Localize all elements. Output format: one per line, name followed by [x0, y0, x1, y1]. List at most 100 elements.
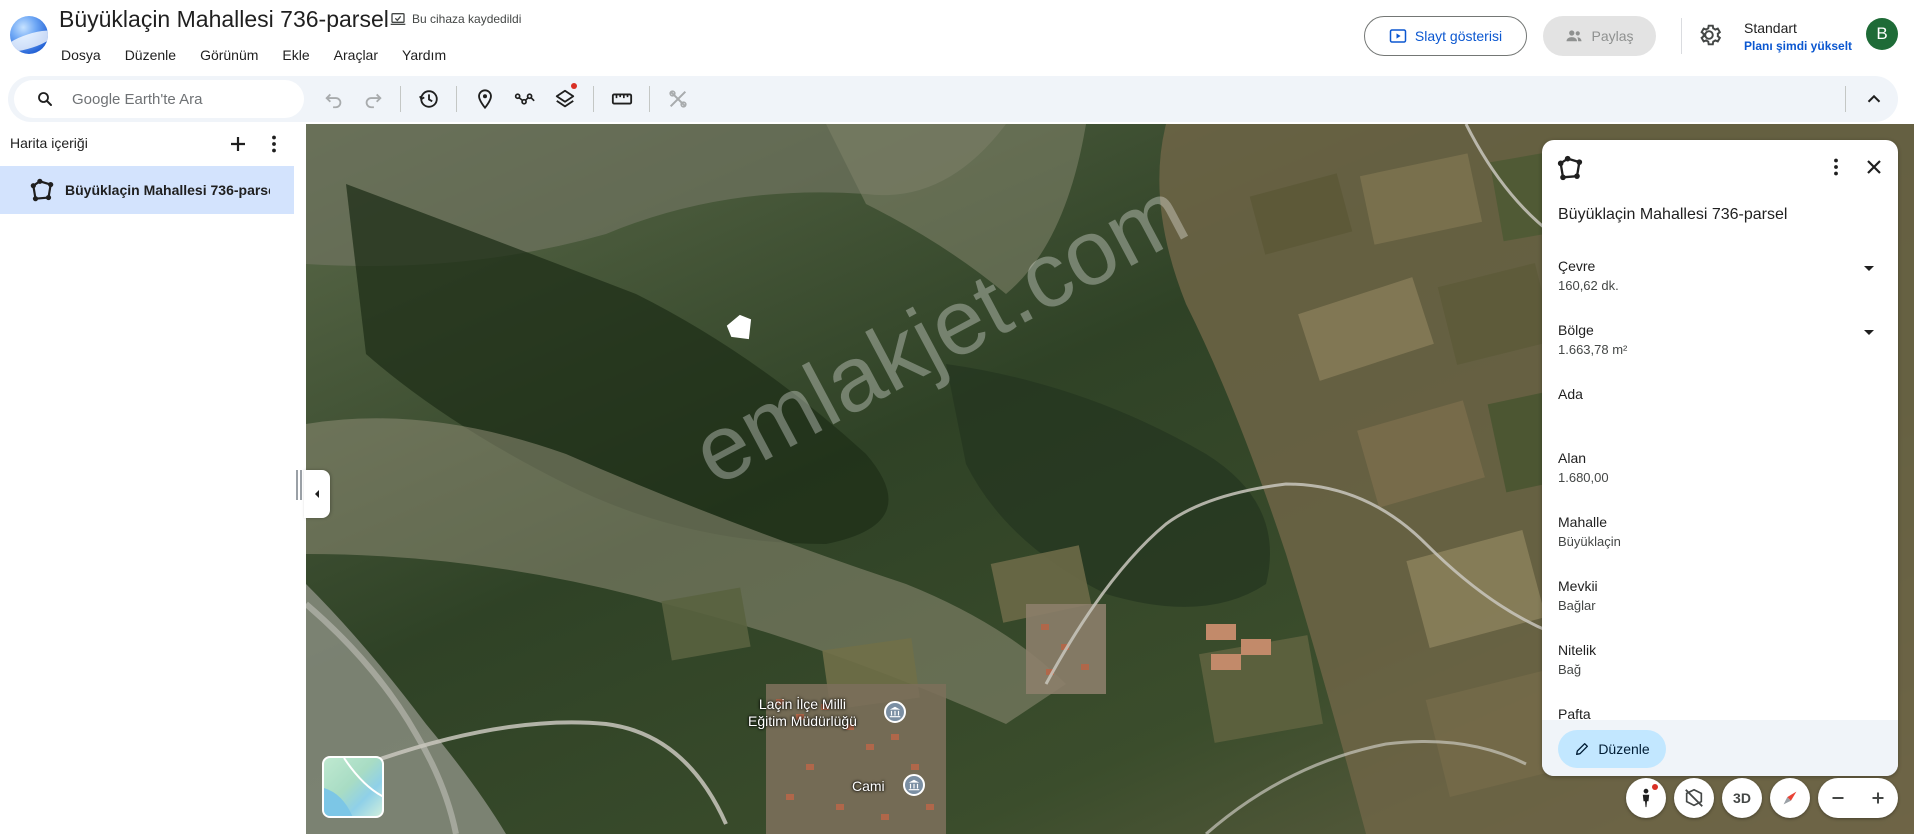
- menu-araclar[interactable]: Araçlar: [334, 47, 378, 63]
- attribute-key: Mahalle: [1558, 514, 1608, 530]
- attribute-key: Nitelik: [1558, 642, 1597, 658]
- caret-down-icon[interactable]: [1864, 266, 1874, 271]
- slideshow-button[interactable]: Slayt gösterisi: [1364, 16, 1527, 56]
- history-icon: [419, 90, 438, 108]
- document-title[interactable]: Büyüklaçin Mahallesi 736-parsel: [59, 6, 389, 33]
- poi-label-mosque[interactable]: Cami: [852, 778, 885, 795]
- gear-icon[interactable]: [1696, 22, 1722, 48]
- ruler-icon: [611, 93, 633, 105]
- street-view-button[interactable]: [1626, 778, 1666, 818]
- layers-icon: [555, 89, 575, 108]
- historical-imagery-button[interactable]: [417, 87, 441, 111]
- toolbar-divider: [649, 86, 650, 112]
- toolbar-divider: [456, 86, 457, 112]
- sidebar-item-parcel[interactable]: Büyüklaçin Mahallesi 736-parsel: [0, 166, 294, 214]
- collapse-toolbar-button[interactable]: [1862, 87, 1886, 111]
- more-vert-icon[interactable]: [1824, 155, 1848, 179]
- map-content-sidebar: Harita içeriği Büyüklaçin Mahallesi 736-…: [0, 124, 306, 834]
- slideshow-icon: [1389, 29, 1407, 43]
- header-divider: [1681, 18, 1682, 54]
- slideshow-label: Slayt gösterisi: [1414, 28, 1503, 44]
- saved-status-text: Bu cihaza kaydedildi: [412, 12, 522, 26]
- menu-bar: Dosya Düzenle Görünüm Ekle Araçlar Yardı…: [61, 47, 470, 63]
- sidebar-title: Harita içeriği: [10, 135, 88, 151]
- attribute-value: Bağ: [1558, 662, 1582, 677]
- toolbar: [8, 76, 1898, 122]
- attribute-key: Mevkii: [1558, 578, 1598, 594]
- attribute-key: Çevre: [1558, 258, 1596, 274]
- undo-button[interactable]: [322, 87, 346, 111]
- attribute-value: 160,62 dk.: [1558, 278, 1619, 293]
- people-icon: [1566, 30, 1582, 42]
- attribute-key: Bölge: [1558, 322, 1594, 338]
- poi-label-education[interactable]: Laçin İlçe Milli Eğitim Müdürlüğü: [748, 696, 857, 730]
- plan-upgrade-link[interactable]: Planı şimdi yükselt: [1744, 39, 1852, 53]
- toggle-3d-buildings-button[interactable]: [1674, 778, 1714, 818]
- compass-button[interactable]: [1770, 778, 1810, 818]
- search-icon: [38, 92, 52, 106]
- path-icon: [514, 93, 535, 105]
- attribute-mevkii: Mevkii Bağlar: [1558, 578, 1878, 613]
- attribute-value: Bağlar: [1558, 598, 1596, 613]
- menu-dosya[interactable]: Dosya: [61, 47, 101, 63]
- attribute-value: 1.663,78 m²: [1558, 342, 1628, 357]
- collapse-sidebar-button[interactable]: [304, 470, 330, 518]
- draw-path-button[interactable]: [513, 87, 537, 111]
- placemark-icon: [478, 89, 492, 110]
- redo-button[interactable]: [361, 87, 385, 111]
- toolbar-divider: [1845, 86, 1846, 112]
- minimap-button[interactable]: [322, 756, 384, 818]
- sidebar-item-label: Büyüklaçin Mahallesi 736-parsel: [65, 182, 270, 198]
- mosque-icon[interactable]: [903, 774, 925, 796]
- search-input[interactable]: [72, 90, 292, 108]
- redo-icon: [365, 93, 382, 109]
- sidebar-resize-handle[interactable]: [296, 470, 304, 500]
- app-header: Büyüklaçin Mahallesi 736-parsel Bu cihaz…: [0, 0, 1914, 76]
- share-button[interactable]: Paylaş: [1543, 16, 1656, 56]
- add-placemark-button[interactable]: [473, 87, 497, 111]
- panel-title: Büyüklaçin Mahallesi 736-parsel: [1558, 206, 1788, 223]
- pegman-icon: [1642, 788, 1650, 808]
- menu-yardim[interactable]: Yardım: [402, 47, 446, 63]
- attribute-ada: Ada: [1558, 386, 1878, 406]
- government-building-icon[interactable]: [884, 701, 906, 723]
- attribute-mahalle: Mahalle Büyüklaçin: [1558, 514, 1878, 549]
- notification-dot: [571, 83, 577, 89]
- close-icon[interactable]: [1862, 155, 1886, 179]
- zoom-out-icon[interactable]: [1827, 787, 1849, 809]
- measure-button[interactable]: [610, 87, 634, 111]
- saved-status: Bu cihaza kaydedildi: [390, 11, 521, 27]
- toolbar-divider: [400, 86, 401, 112]
- search-box: [14, 80, 304, 118]
- feature-info-panel: Büyüklaçin Mahallesi 736-parsel Çevre 16…: [1542, 140, 1898, 776]
- avatar[interactable]: B: [1866, 18, 1898, 50]
- view-3d-button[interactable]: 3D: [1722, 778, 1762, 818]
- compass-icon: [1783, 791, 1797, 805]
- plan-name: Standart: [1744, 20, 1797, 36]
- layers-button[interactable]: [553, 83, 577, 111]
- polygon-icon: [1557, 155, 1583, 181]
- caret-down-icon[interactable]: [1864, 330, 1874, 335]
- attribute-bolge[interactable]: Bölge 1.663,78 m²: [1558, 322, 1878, 357]
- add-icon[interactable]: [226, 132, 250, 156]
- menu-duzenle[interactable]: Düzenle: [125, 47, 176, 63]
- more-vert-icon[interactable]: [262, 132, 286, 156]
- polygon-icon: [30, 178, 54, 202]
- menu-gorunum[interactable]: Görünüm: [200, 47, 258, 63]
- edit-button[interactable]: Düzenle: [1558, 730, 1666, 768]
- tools-button[interactable]: [666, 87, 690, 111]
- menu-ekle[interactable]: Ekle: [282, 47, 309, 63]
- attribute-key: Ada: [1558, 386, 1583, 402]
- undo-icon: [325, 93, 342, 109]
- tools-icon: [669, 90, 687, 108]
- parcel-polygon[interactable]: [724, 312, 754, 342]
- attribute-cevre[interactable]: Çevre 160,62 dk.: [1558, 258, 1878, 293]
- notification-dot: [1652, 784, 1658, 790]
- pencil-icon: [1576, 743, 1589, 755]
- attribute-nitelik: Nitelik Bağ: [1558, 642, 1878, 677]
- google-earth-logo[interactable]: [10, 16, 48, 54]
- edit-label: Düzenle: [1598, 741, 1650, 757]
- chevron-left-icon: [315, 490, 319, 498]
- zoom-in-icon[interactable]: [1867, 787, 1889, 809]
- attribute-key: Alan: [1558, 450, 1587, 466]
